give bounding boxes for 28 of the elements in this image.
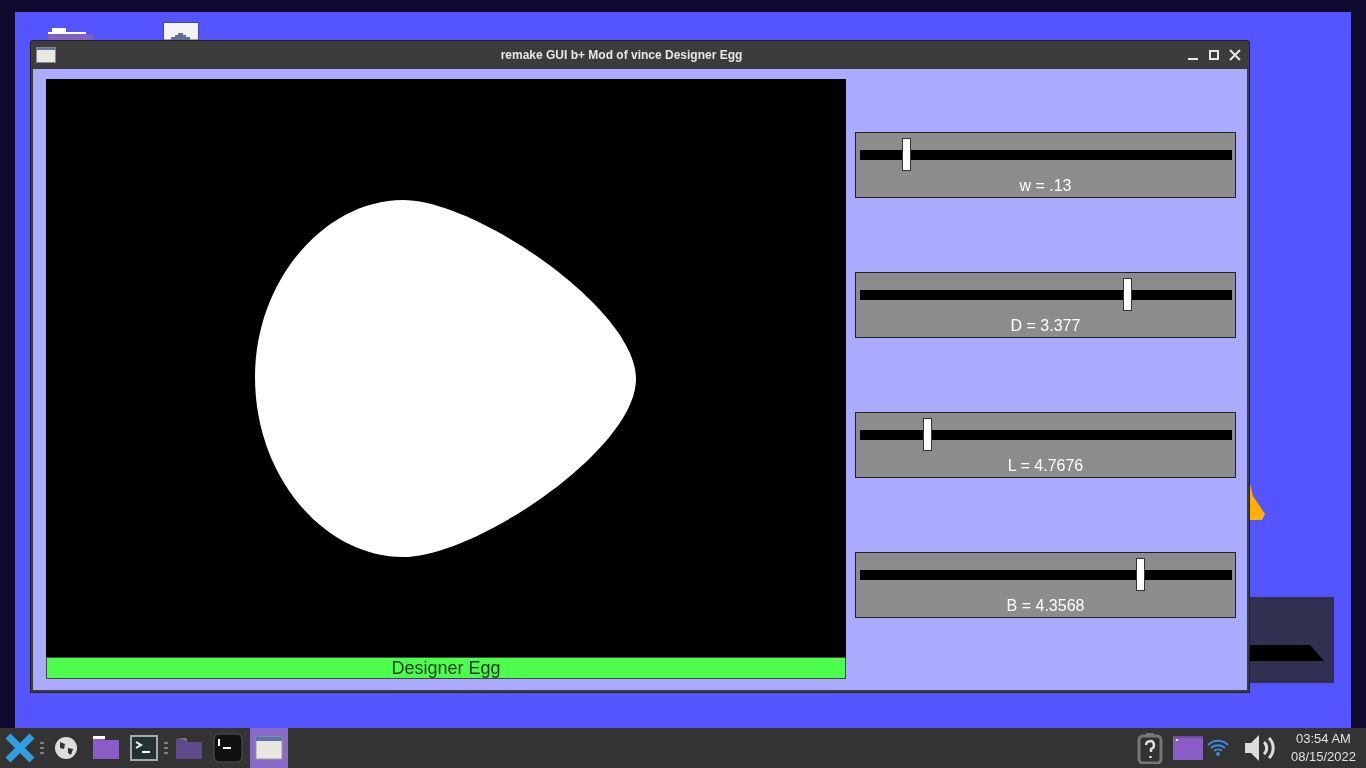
window-title: remake GUI b+ Mod of vince Designer Egg [499, 47, 744, 64]
active-window-button[interactable] [250, 728, 288, 768]
grip-icon [164, 742, 168, 754]
clock-date: 08/15/2022 [1290, 748, 1356, 766]
close-icon[interactable] [1229, 49, 1241, 61]
help-battery-icon[interactable] [1136, 732, 1163, 764]
x-logo-icon[interactable] [4, 732, 36, 764]
window-icon [255, 736, 283, 760]
window-icon [36, 47, 56, 63]
slider-value-label: D = 3.377 [1010, 317, 1081, 335]
slider-thumb[interactable] [923, 418, 933, 451]
wifi-icon[interactable] [1206, 739, 1229, 757]
slider-track[interactable] [859, 278, 1232, 311]
slider-thumb[interactable] [901, 138, 911, 171]
speaker-icon[interactable] [1242, 733, 1277, 763]
slider-track[interactable] [859, 418, 1232, 451]
maximize-icon[interactable] [1208, 49, 1220, 61]
grip-icon [40, 742, 44, 754]
slider-value-label: L = 4.7676 [1007, 457, 1084, 475]
slider-track[interactable] [859, 138, 1232, 171]
clock-time: 03:54 AM [1296, 730, 1351, 748]
canvas-caption: Designer Egg [46, 657, 846, 679]
slider-track[interactable] [859, 558, 1232, 591]
window-icon[interactable] [1172, 736, 1203, 760]
slider-value-label: B = 4.3568 [1006, 597, 1085, 615]
slider-thumb[interactable] [1122, 278, 1132, 311]
slider-thumb[interactable] [1135, 558, 1145, 591]
slider-value-label: w = .13 [1019, 177, 1072, 195]
